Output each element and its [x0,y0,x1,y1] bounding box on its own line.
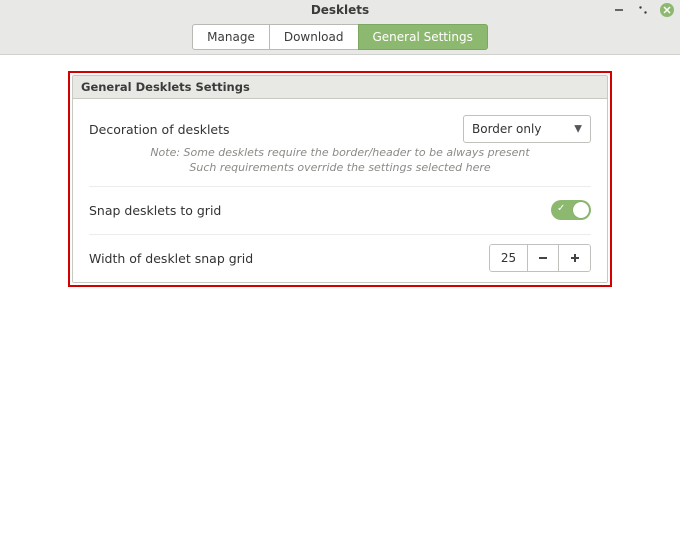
row-grid-width: Width of desklet snap grid 25 [89,234,591,282]
snap-label: Snap desklets to grid [89,203,551,218]
title-bar: Desklets [0,0,680,20]
grid-width-increment[interactable] [559,244,591,272]
decoration-note: Note: Some desklets require the border/h… [89,145,591,186]
tab-manage[interactable]: Manage [192,24,270,50]
close-button[interactable] [660,3,674,17]
content-area: General Desklets Settings Decoration of … [0,55,680,283]
tab-label: Download [284,30,344,44]
view-tabs: Manage Download General Settings [192,24,488,50]
tab-general-settings[interactable]: General Settings [358,24,488,50]
window-title: Desklets [0,3,680,17]
general-desklets-panel: General Desklets Settings Decoration of … [72,75,608,283]
tab-label: General Settings [373,30,473,44]
grid-width-value[interactable]: 25 [489,244,527,272]
minimize-button[interactable] [612,3,626,17]
grid-width-spinner: 25 [489,244,591,272]
chevron-down-icon: ▼ [574,124,582,135]
panel-title: General Desklets Settings [73,76,607,99]
decoration-combo[interactable]: Border only ▼ [463,115,591,143]
decoration-label: Decoration of desklets [89,122,463,137]
check-icon: ✓ [557,203,565,214]
toggle-knob [573,202,589,218]
note-line-2: Such requirements override the settings … [89,160,591,175]
grid-width-label: Width of desklet snap grid [89,251,489,266]
panel-body: Decoration of desklets Border only ▼ Not… [73,99,607,282]
window-controls [612,0,674,20]
grid-width-decrement[interactable] [527,244,559,272]
combo-value: Border only [472,122,541,136]
note-line-1: Note: Some desklets require the border/h… [89,145,591,160]
row-decoration: Decoration of desklets Border only ▼ Not… [89,99,591,186]
toolbar: Manage Download General Settings [0,20,680,55]
tab-download[interactable]: Download [269,24,359,50]
snap-toggle[interactable]: ✓ [551,200,591,220]
row-snap: Snap desklets to grid ✓ [89,186,591,234]
tab-label: Manage [207,30,255,44]
maximize-button[interactable] [636,3,650,17]
